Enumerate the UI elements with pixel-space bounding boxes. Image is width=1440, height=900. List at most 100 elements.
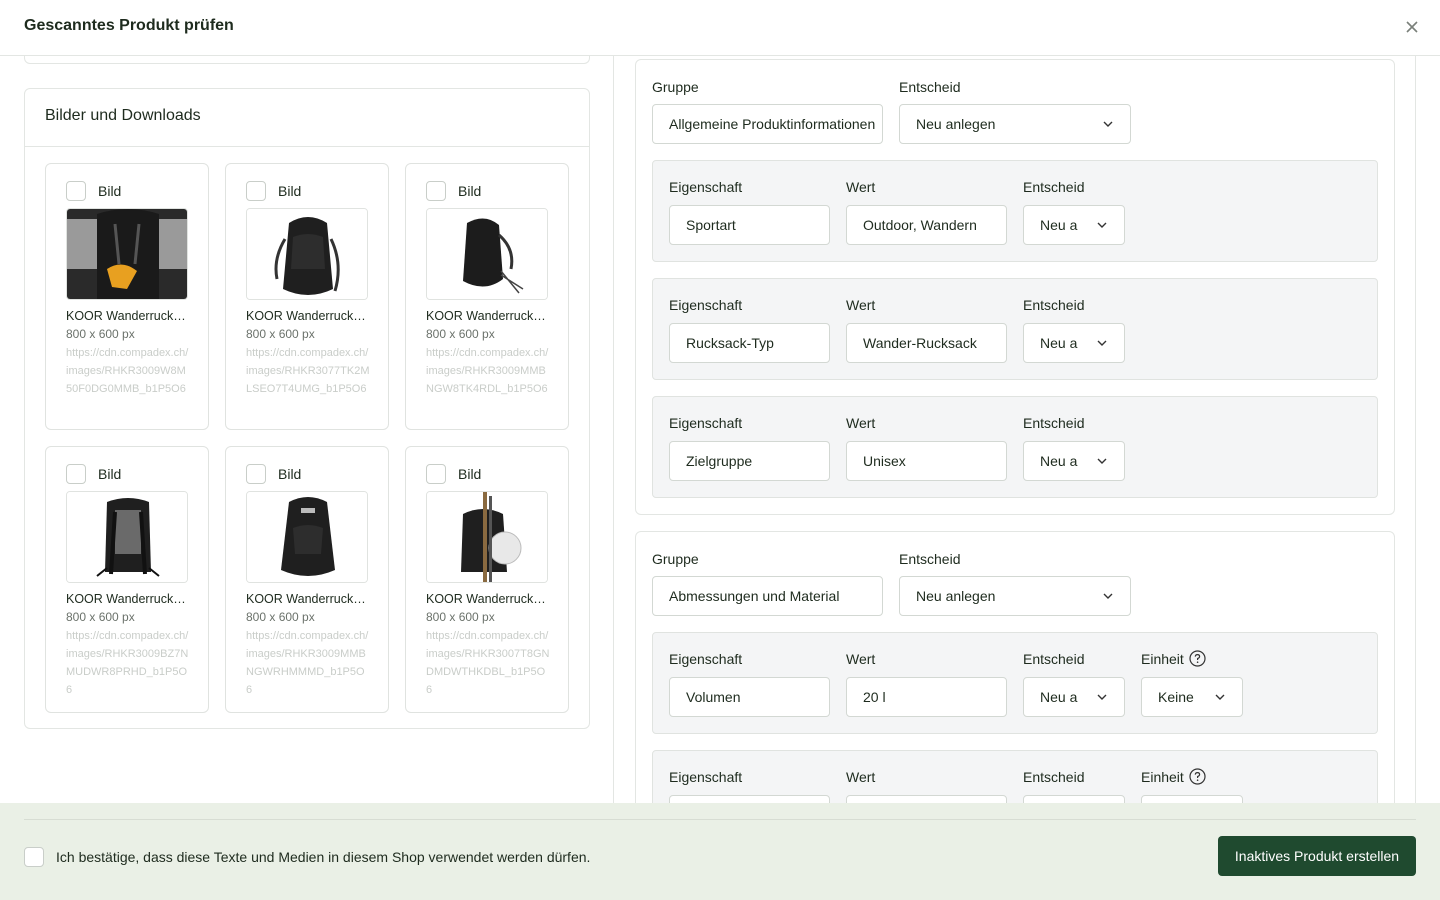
image-url: https://cdn.compadex.ch/images/RHKR3009W… — [66, 347, 189, 395]
image-url: https://cdn.compadex.ch/images/RHKR3077T… — [246, 347, 370, 395]
property-input[interactable]: Sportart — [669, 205, 830, 245]
decision-label: Entscheid — [1023, 297, 1085, 313]
group-label: Gruppe — [652, 551, 699, 567]
image-tile-label: Bild — [458, 183, 482, 199]
unit-select[interactable]: Keine — [1141, 677, 1243, 717]
chevron-down-icon — [1103, 593, 1113, 599]
help-icon[interactable] — [1189, 650, 1206, 667]
image-size: 800 x 600 px — [246, 610, 315, 624]
property-group-card: Gruppe Entscheid Allgemeine Produktinfor… — [635, 59, 1395, 515]
value-label: Wert — [846, 179, 876, 195]
decision-value: Neu a — [1040, 453, 1078, 469]
dialog-title: Gescanntes Produkt prüfen — [24, 17, 234, 34]
image-tile: Bild KOOR Wanderrucksack 800 x 600 px ht… — [225, 446, 389, 713]
image-name: KOOR Wanderrucksack — [426, 309, 550, 323]
decision-label: Entscheid — [1023, 651, 1085, 667]
chevron-down-icon — [1097, 340, 1107, 346]
decision-select[interactable]: Neu a — [1023, 205, 1125, 245]
confirm-checkbox[interactable] — [24, 847, 44, 867]
group-decision-value: Neu anlegen — [916, 588, 996, 604]
value-input[interactable]: 20 l — [846, 677, 1007, 717]
image-tile-label: Bild — [278, 466, 302, 482]
group-name-input[interactable]: Abmessungen und Material — [652, 576, 883, 616]
dialog-header: Gescanntes Produkt prüfen — [0, 0, 1440, 56]
image-checkbox[interactable] — [426, 181, 446, 201]
previous-card — [24, 56, 590, 64]
panel-divider — [613, 56, 614, 803]
property-row: Eigenschaft Wert Entscheid Zielgruppe Un… — [652, 396, 1378, 498]
unit-select[interactable] — [1141, 795, 1243, 803]
backpack-image — [246, 208, 368, 300]
image-checkbox[interactable] — [246, 464, 266, 484]
close-button[interactable] — [1402, 17, 1422, 37]
image-checkbox[interactable] — [246, 181, 266, 201]
property-label: Eigenschaft — [669, 769, 743, 785]
property-row: Eigenschaft Wert Entscheid Einheit Volum… — [652, 632, 1378, 734]
property-label: Eigenschaft — [669, 297, 743, 313]
image-tile-label: Bild — [278, 183, 302, 199]
chevron-down-icon — [1097, 222, 1107, 228]
image-checkbox[interactable] — [66, 181, 86, 201]
image-tile: Bild KOOR Wanderrucksack 800 x 600 px ht… — [405, 163, 569, 430]
group-decision-label: Entscheid — [899, 551, 961, 567]
property-input[interactable] — [669, 795, 830, 803]
property-input[interactable]: Rucksack-Typ — [669, 323, 830, 363]
image-url: https://cdn.compadex.ch/images/RHKR3009M… — [246, 630, 369, 696]
decision-select[interactable]: Neu a — [1023, 441, 1125, 481]
decision-value: Neu a — [1040, 689, 1078, 705]
create-inactive-product-button[interactable]: Inaktives Produkt erstellen — [1218, 836, 1416, 876]
chevron-down-icon — [1103, 121, 1113, 127]
property-input[interactable]: Zielgruppe — [669, 441, 830, 481]
image-name: KOOR Wanderrucksack — [66, 309, 190, 323]
image-size: 800 x 600 px — [66, 327, 135, 341]
decision-select[interactable]: Neu a — [1023, 677, 1125, 717]
help-icon[interactable] — [1189, 768, 1206, 785]
value-label: Wert — [846, 297, 876, 313]
left-panel[interactable]: Bilder und Downloads Bild KOOR Wanderruc… — [0, 56, 614, 803]
group-decision-label: Entscheid — [899, 79, 961, 95]
value-input[interactable] — [846, 795, 1007, 803]
decision-select[interactable]: Neu a — [1023, 323, 1125, 363]
image-url: https://cdn.compadex.ch/images/RHKR3007T… — [426, 630, 550, 696]
decision-select[interactable] — [1023, 795, 1125, 803]
value-label: Wert — [846, 769, 876, 785]
property-group-card: Gruppe Entscheid Abmessungen und Materia… — [635, 531, 1395, 803]
chevron-down-icon — [1097, 458, 1107, 464]
decision-label: Entscheid — [1023, 415, 1085, 431]
group-decision-value: Neu anlegen — [916, 116, 996, 132]
scrollbar-track[interactable] — [1415, 56, 1416, 803]
image-size: 800 x 600 px — [246, 327, 315, 341]
group-name-input[interactable]: Allgemeine Produktinformationen — [652, 104, 883, 144]
image-name: KOOR Wanderrucksack — [66, 592, 190, 606]
image-tile-label: Bild — [98, 466, 122, 482]
close-icon — [1406, 21, 1418, 33]
image-tile: Bild KOOR Wanderrucksack 800 x 600 px ht… — [405, 446, 569, 713]
footer-divider — [24, 819, 1416, 820]
group-decision-select[interactable]: Neu anlegen — [899, 576, 1131, 616]
decision-value: Neu a — [1040, 217, 1078, 233]
image-tile: Bild KOOR Wanderrucksack 800 x 600 px ht… — [225, 163, 389, 430]
decision-label: Entscheid — [1023, 179, 1085, 195]
value-label: Wert — [846, 651, 876, 667]
image-size: 800 x 600 px — [426, 327, 495, 341]
property-input[interactable]: Volumen — [669, 677, 830, 717]
image-checkbox[interactable] — [426, 464, 446, 484]
chevron-down-icon — [1215, 694, 1225, 700]
image-checkbox[interactable] — [66, 464, 86, 484]
value-input[interactable]: Wander-Rucksack — [846, 323, 1007, 363]
property-label: Eigenschaft — [669, 179, 743, 195]
backpack-image — [66, 208, 188, 300]
decision-label: Entscheid — [1023, 769, 1085, 785]
value-label: Wert — [846, 415, 876, 431]
right-panel[interactable]: Gruppe Entscheid Allgemeine Produktinfor… — [615, 56, 1440, 803]
value-input[interactable]: Outdoor, Wandern — [846, 205, 1007, 245]
backpack-image — [426, 491, 548, 583]
image-tile: Bild KOOR Wanderrucksack 800 x 600 px ht… — [45, 163, 209, 430]
group-decision-select[interactable]: Neu anlegen — [899, 104, 1131, 144]
image-tile: Bild KOOR Wanderrucksack 800 x 600 px ht… — [45, 446, 209, 713]
backpack-image — [426, 208, 548, 300]
value-input[interactable]: Unisex — [846, 441, 1007, 481]
property-row: Eigenschaft Wert Entscheid Einheit — [652, 750, 1378, 803]
image-name: KOOR Wanderrucksack — [426, 592, 550, 606]
decision-value: Neu a — [1040, 335, 1078, 351]
